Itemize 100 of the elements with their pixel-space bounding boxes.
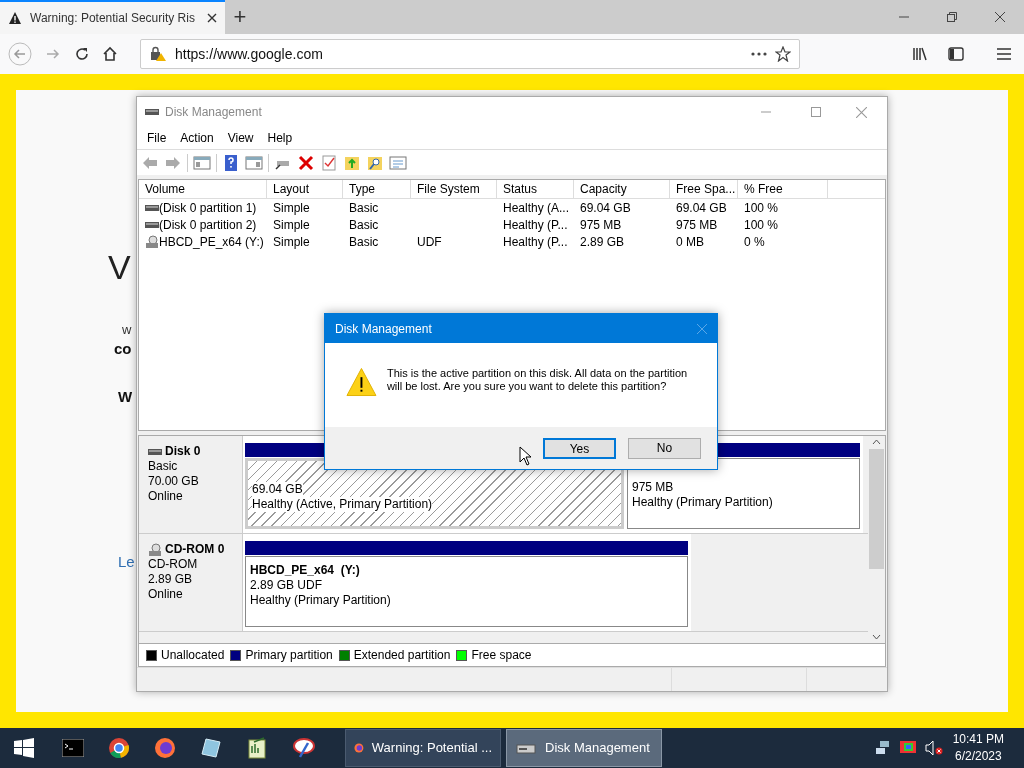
column-header[interactable]: Type: [343, 180, 411, 198]
column-header[interactable]: Layout: [267, 180, 343, 198]
partition-block[interactable]: HBCD_PE_x64 (Y:) 2.89 GB UDF Healthy (Primary Partition): [245, 556, 688, 627]
cd-drive-icon: [148, 542, 162, 557]
reload-icon[interactable]: [74, 46, 90, 62]
restore-icon[interactable]: [947, 12, 957, 22]
table-cell: Healthy (A...: [503, 199, 570, 216]
table-cell: Simple: [273, 233, 310, 250]
partition-status: Healthy (Active, Primary Partition): [252, 497, 433, 512]
column-header[interactable]: Capacity: [574, 180, 670, 198]
page-text: V: [108, 250, 131, 284]
menu-item[interactable]: View: [220, 129, 261, 147]
table-cell: 0 %: [744, 233, 765, 250]
console-tree-icon[interactable]: [193, 153, 211, 172]
drive-icon: [145, 203, 159, 212]
disk-name: CD-ROM 0: [165, 542, 225, 557]
table-cell: Healthy (P...: [503, 216, 568, 233]
partition-status: Healthy (Primary Partition): [632, 495, 773, 510]
tab-title: Warning: Potential Security Ris: [30, 10, 196, 27]
taskbar-app[interactable]: Disk Management: [506, 729, 662, 767]
lock-warning-icon: [149, 46, 167, 62]
display-icon[interactable]: [898, 740, 917, 756]
page-text: co: [114, 339, 132, 359]
dialog-button[interactable]: Yes: [543, 437, 616, 459]
browser-tab[interactable]: Warning: Potential Security Ris: [0, 0, 225, 34]
tool-icon[interactable]: [292, 737, 316, 759]
taskbar-app[interactable]: Warning: Potential ...: [345, 729, 501, 767]
column-header[interactable]: % Free: [738, 180, 828, 198]
url-field[interactable]: https://www.google.com: [140, 39, 800, 69]
dialog-message: This is the active partition on this disk. All data on the partition will be lost. Are you sure you want to delete this partition?: [386, 367, 689, 394]
maximize-icon[interactable]: [811, 107, 821, 117]
table-cell: Simple: [273, 199, 310, 216]
terminal-icon[interactable]: [62, 739, 84, 757]
legend-label: Unallocated: [161, 647, 225, 664]
partition-size: 69.04 GB: [252, 482, 303, 497]
column-header[interactable]: File System: [411, 180, 497, 198]
start-icon[interactable]: [14, 738, 34, 758]
page-link[interactable]: Le: [118, 551, 135, 574]
table-cell: 0 MB: [676, 233, 704, 250]
menu-item[interactable]: Help: [260, 129, 300, 147]
checklist-icon[interactable]: [320, 153, 338, 172]
table-cell: Basic: [349, 216, 379, 233]
table-cell: Simple: [273, 216, 310, 233]
network-icon[interactable]: [874, 740, 891, 756]
cd-drive-icon: [145, 234, 159, 249]
warning-icon: [8, 11, 22, 25]
disk-size: 70.00 GB: [148, 474, 200, 489]
partition-block[interactable]: 975 MB Healthy (Primary Partition): [627, 458, 860, 529]
close-icon[interactable]: [995, 12, 1005, 22]
library-icon[interactable]: [912, 46, 928, 62]
help-icon[interactable]: [222, 153, 240, 172]
dialog-title: Disk Management: [335, 320, 433, 338]
legend-label: Extended partition: [353, 647, 451, 664]
table-cell: 69.04 GB: [676, 199, 727, 216]
cursor-icon: [519, 446, 532, 466]
new-tab-button[interactable]: +: [225, 0, 255, 34]
notepad-icon[interactable]: [246, 737, 268, 759]
drive-icon: [148, 447, 162, 456]
disk-name: Disk 0: [165, 444, 201, 459]
table-cell: (Disk 0 partition 2): [159, 216, 257, 233]
table-cell: (Disk 0 partition 1): [159, 199, 257, 216]
url-text: https://www.google.com: [175, 44, 324, 64]
menu-item[interactable]: File: [140, 129, 174, 147]
disk-status: Online: [148, 587, 184, 602]
disk-status: Online: [148, 489, 184, 504]
crystal-icon[interactable]: [200, 737, 222, 759]
disk-size: 2.89 GB: [148, 572, 194, 587]
delete-icon[interactable]: [297, 153, 315, 172]
dialog-button[interactable]: No: [628, 437, 701, 459]
table-cell: 100 %: [744, 216, 779, 233]
disk-type: CD-ROM: [148, 557, 199, 572]
table-cell: 2.89 GB: [580, 233, 625, 250]
disk-type: Basic: [148, 459, 179, 474]
page-text: w: [122, 321, 132, 339]
sidebar-icon[interactable]: [948, 47, 964, 61]
legend-label: Primary partition: [245, 647, 333, 664]
pane-icon[interactable]: [245, 153, 263, 172]
page-text: W: [118, 387, 133, 407]
chrome-icon[interactable]: [108, 737, 130, 759]
table-cell: Basic: [349, 233, 379, 250]
table-cell: HBCD_PE_x64 (Y:): [159, 233, 264, 250]
table-cell: 975 MB: [676, 216, 718, 233]
table-cell: Basic: [349, 199, 379, 216]
clock-date: 6/2/2023: [954, 748, 1002, 765]
menu-item[interactable]: Action: [173, 129, 221, 147]
column-header[interactable]: Volume: [139, 180, 267, 198]
clock-time: 10:41 PM: [952, 731, 1004, 748]
close-icon[interactable]: [207, 13, 217, 23]
partition-status: Healthy (Primary Partition): [250, 593, 391, 608]
partition-name: HBCD_PE_x64 (Y:): [250, 563, 361, 578]
star-icon[interactable]: [775, 46, 791, 62]
drive-icon: [145, 220, 159, 229]
column-header[interactable]: Free Spa...: [670, 180, 738, 198]
muted-speaker-icon[interactable]: [924, 740, 943, 756]
fox-globe-icon[interactable]: [154, 737, 176, 759]
table-cell: UDF: [417, 233, 442, 250]
column-header[interactable]: Status: [497, 180, 574, 198]
more-icon[interactable]: [751, 52, 767, 56]
home-icon[interactable]: [102, 46, 118, 62]
menu-icon[interactable]: [996, 47, 1012, 61]
